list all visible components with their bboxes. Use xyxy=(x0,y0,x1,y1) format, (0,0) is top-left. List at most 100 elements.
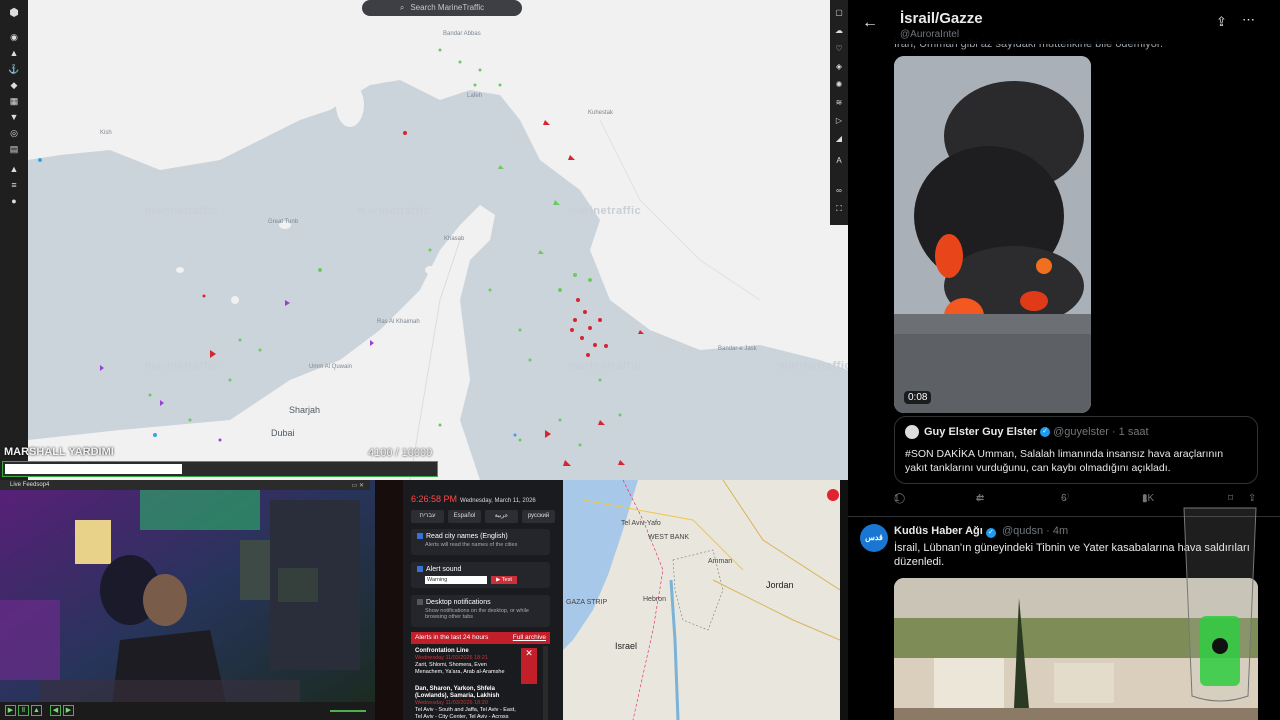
play-button[interactable]: ▶ xyxy=(5,705,16,716)
pause-button[interactable]: Ⅱ xyxy=(18,705,29,716)
alert-title: Dan, Sharon, Yarkon, Shfela (Lowlands), … xyxy=(415,686,500,699)
read-city-desc: Alerts will read the names of the cities xyxy=(425,542,518,548)
place-label: Bandar-e Jask xyxy=(718,346,757,352)
wind-icon[interactable]: ≋ xyxy=(834,98,844,108)
globe-icon[interactable]: ◉ xyxy=(8,32,20,42)
more-icon[interactable]: ⋯ xyxy=(1242,12,1256,28)
like-count: 6 xyxy=(1061,493,1067,504)
lang-russian-button[interactable]: русский xyxy=(522,510,555,523)
avatar[interactable]: قدس xyxy=(860,524,888,552)
lang-spanish-button[interactable]: Español xyxy=(448,510,481,523)
alert-date-line: Wednesday 11/03/2026 18:20 xyxy=(415,700,488,706)
share-icon[interactable]: ⇪ xyxy=(1248,493,1256,504)
window-controls[interactable]: ▭ ✕ xyxy=(352,481,364,491)
volume-slider[interactable] xyxy=(330,710,366,712)
weather-icon[interactable]: ☁ xyxy=(834,26,844,36)
goal-progress-bar xyxy=(2,461,438,477)
webcam-image xyxy=(0,480,375,720)
place-label: Ras Al Khaimah xyxy=(377,319,420,325)
list-icon[interactable]: ≡ xyxy=(8,180,20,190)
tweet-time: · 4m xyxy=(1046,525,1069,537)
map-canvas[interactable] xyxy=(0,0,848,480)
layers-icon[interactable]: ◈ xyxy=(834,62,844,72)
chart-icon[interactable]: ▤ xyxy=(8,144,20,154)
repost-count: 4 xyxy=(976,493,982,504)
map-watermark: marinetraffic xyxy=(145,360,219,372)
alert-clock: 6:26:58 PM Wednesday, March 11, 2026 xyxy=(411,494,536,504)
tweet-header: Kudüs Haber Ağı ✓ @qudsn · 4m xyxy=(894,525,1068,538)
tweet-author-handle: @qudsn xyxy=(1001,525,1044,537)
quote-author-name[interactable]: Guy Elster Guy Elster xyxy=(924,426,1037,438)
search-icon: ⌕ xyxy=(399,3,405,12)
port-icon[interactable]: ◆ xyxy=(8,80,20,90)
desktop-notif-desc: Show notifications on the desktop, or wh… xyxy=(425,608,529,620)
webcam-controls: ▶ Ⅱ ▲ ◀ ▶ xyxy=(0,702,375,720)
avatar[interactable] xyxy=(905,425,919,439)
webcam-titlebar: Live Feedsop4 ▭ ✕ xyxy=(0,480,370,490)
divider-panel xyxy=(375,480,403,720)
back-arrow-icon[interactable]: ← xyxy=(862,14,878,32)
alerts-24h-title: Alerts in the last 24 hours xyxy=(415,634,489,641)
font-icon[interactable]: A xyxy=(834,156,844,166)
alert-sound-option[interactable]: Alert sound Warning ▶ Test xyxy=(411,562,550,588)
sound-select[interactable]: Warning xyxy=(425,576,487,584)
fullscreen-icon[interactable]: ⛶ xyxy=(834,204,844,214)
place-label: Amman xyxy=(708,558,733,565)
tweet-actions: ◯ 1 ⇄ 4 ♡ 6 ▮ 1K ⌑ ⇪ xyxy=(894,493,1258,507)
tweet-video[interactable] xyxy=(894,56,1091,413)
divider-strip xyxy=(840,480,848,720)
reply-count: 1 xyxy=(894,493,900,504)
bookmark-icon[interactable]: ⌑ xyxy=(1228,493,1233,504)
alert-sound-checkbox[interactable] xyxy=(417,566,423,573)
prev-button[interactable]: ◀ xyxy=(50,705,61,716)
fleet-icon[interactable]: ▲ xyxy=(8,164,20,174)
play-icon[interactable]: ▷ xyxy=(834,116,844,126)
view-count: 1K xyxy=(1142,493,1155,504)
map-watermark: marinetraffic xyxy=(778,360,848,372)
place-label: Sharjah xyxy=(289,405,321,415)
desktop-notif-checkbox[interactable] xyxy=(417,599,423,606)
filter-icon[interactable]: ▼ xyxy=(8,112,20,122)
place-label: Hebron xyxy=(643,596,666,603)
alert-item[interactable]: Confrontation Line Wednesday 11/03/2026 … xyxy=(415,648,517,676)
lang-arabic-button[interactable]: عربية xyxy=(485,510,518,523)
ship-icon[interactable]: ▲ xyxy=(8,48,20,58)
israel-alert-map[interactable]: Tel Aviv-Yafo Amman WEST BANK Hebron GAZ… xyxy=(563,480,840,720)
tweet-author-name[interactable]: Kudüs Haber Ağı xyxy=(894,525,983,537)
share-icon[interactable]: ⇪ xyxy=(1216,14,1227,30)
quoted-tweet[interactable]: Guy Elster Guy Elster ✓ @guyelster · 1 s… xyxy=(894,416,1258,484)
measure-icon[interactable]: ∞ xyxy=(834,186,844,196)
place-label: WEST BANK xyxy=(648,534,690,541)
map-search-input[interactable]: ⌕ Search MarineTraffic xyxy=(362,0,522,16)
alert-item[interactable]: Dan, Sharon, Yarkon, Shfela (Lowlands), … xyxy=(415,686,517,720)
lang-hebrew-button[interactable]: עברית xyxy=(411,510,444,523)
place-label: Israel xyxy=(615,641,638,651)
overlay-name: MARSHALL YARDIMI xyxy=(4,446,114,458)
place-label: Bandar Abbas xyxy=(443,31,481,37)
shield-icon[interactable]: ● xyxy=(8,196,20,206)
close-alert-button[interactable]: ✕ xyxy=(521,648,537,684)
camera-icon[interactable]: ◎ xyxy=(8,128,20,138)
logo-icon[interactable]: ⬢ xyxy=(8,8,20,19)
place-label: GAZA STRIP xyxy=(566,599,608,606)
layers-icon[interactable]: ▦ xyxy=(8,96,20,106)
webcam-feed: Live Feedsop4 ▭ ✕ ▶ Ⅱ ▲ ◀ ▶ xyxy=(0,480,375,720)
marine-traffic-map[interactable]: marinetraffic marinetraffic marinetraffi… xyxy=(0,0,848,480)
read-city-checkbox[interactable] xyxy=(417,533,423,540)
twitter-feed: İran, Umman gibi az sayıdaki müttefikine… xyxy=(848,0,1280,720)
next-button[interactable]: ▶ xyxy=(63,705,74,716)
map-right-toolbar: ▢ ☁ ♡ ◈ ✺ ≋ ▷ ◢ A ∞ ⛶ xyxy=(830,0,848,225)
tracks-icon[interactable]: ◢ xyxy=(834,134,844,144)
brightness-icon[interactable]: ✺ xyxy=(834,80,844,90)
anchor-icon[interactable]: ⚓ xyxy=(8,64,20,74)
map-left-toolbar: ⬢ ◉ ▲ ⚓ ◆ ▦ ▼ ◎ ▤ ▲ ≡ ● xyxy=(0,0,28,480)
panel-icon[interactable]: ▢ xyxy=(834,8,844,18)
test-sound-button[interactable]: ▶ Test xyxy=(491,576,517,584)
alerts-scrollbar[interactable] xyxy=(543,646,548,720)
heart-icon[interactable]: ♡ xyxy=(834,44,844,54)
full-archive-link[interactable]: Full archive xyxy=(513,632,546,644)
red-alert-panel: 6:26:58 PM Wednesday, March 11, 2026 עברי… xyxy=(403,480,563,720)
stop-button[interactable]: ▲ xyxy=(31,705,42,716)
read-city-option[interactable]: Read city names (English) Alerts will re… xyxy=(411,529,550,555)
desktop-notif-option[interactable]: Desktop notifications Show notifications… xyxy=(411,595,550,627)
